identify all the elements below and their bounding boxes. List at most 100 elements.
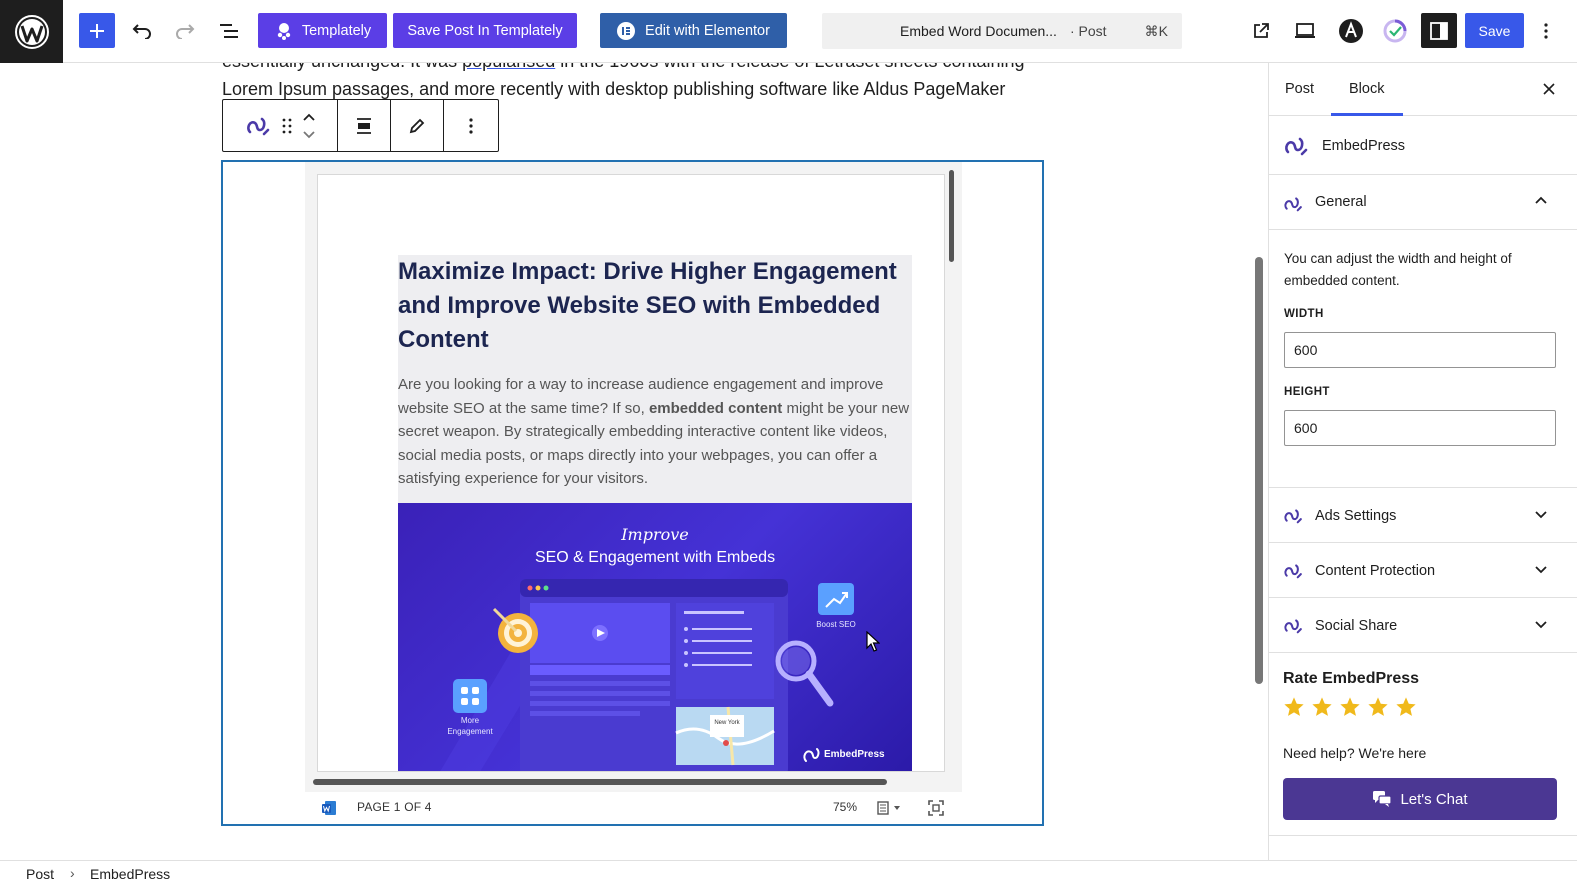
embedpress-icon <box>1284 564 1302 579</box>
redo-icon <box>176 23 195 39</box>
lets-chat-label: Let's Chat <box>1400 790 1468 808</box>
word-file-icon <box>322 801 336 815</box>
settings-sidebar: Post Block EmbedPress General You can ad… <box>1268 63 1577 860</box>
breadcrumb-post[interactable]: Post <box>26 866 54 882</box>
fullscreen-icon[interactable] <box>928 800 944 816</box>
save-button[interactable]: Save <box>1465 13 1524 48</box>
wordpress-logo-button[interactable] <box>0 0 63 63</box>
close-icon <box>1543 83 1555 95</box>
embedpress-icon <box>1285 137 1308 156</box>
astra-settings-button[interactable] <box>1333 13 1369 48</box>
star-icon[interactable] <box>1339 696 1361 718</box>
breadcrumb-embedpress[interactable]: EmbedPress <box>90 866 170 882</box>
panel-general-title: General <box>1315 194 1367 210</box>
sidebar-icon <box>1430 21 1448 40</box>
astra-icon <box>1339 18 1363 43</box>
panel-ads-settings-toggle[interactable]: Ads Settings <box>1269 488 1577 543</box>
save-post-in-templately-button[interactable]: Save Post In Templately <box>393 13 577 48</box>
elementor-icon <box>617 21 636 40</box>
document-viewer[interactable]: Maximize Impact: Drive Higher Engagement… <box>305 162 962 824</box>
chevron-down-icon <box>1535 511 1547 519</box>
preview-device-button[interactable] <box>1287 13 1323 48</box>
document-vertical-scrollbar[interactable] <box>949 170 954 262</box>
external-link-icon <box>1254 22 1269 38</box>
panel-social-share-title: Social Share <box>1315 618 1398 634</box>
block-options-button[interactable] <box>444 100 498 151</box>
star-icon[interactable] <box>1395 696 1417 718</box>
rating-stars[interactable] <box>1283 696 1417 718</box>
seo-plugin-button[interactable] <box>1377 13 1413 48</box>
width-label: WIDTH <box>1284 308 1324 320</box>
embedpress-icon <box>1284 509 1302 524</box>
tab-block[interactable]: Block <box>1349 81 1384 97</box>
height-input[interactable]: 600 <box>1284 410 1556 446</box>
image-map-label: New York <box>714 720 740 726</box>
tab-post[interactable]: Post <box>1285 81 1314 97</box>
list-view-icon <box>220 23 238 38</box>
add-block-button[interactable] <box>79 13 115 48</box>
image-boost-seo-label: Boost SEO <box>816 620 856 629</box>
panel-social-share-toggle[interactable]: Social Share <box>1269 598 1577 653</box>
drag-handle-icon[interactable] <box>282 118 292 134</box>
document-body-bold: embedded content <box>648 399 783 417</box>
star-icon[interactable] <box>1311 696 1333 718</box>
panel-content-protection-toggle[interactable]: Content Protection <box>1269 543 1577 598</box>
mouse-cursor-icon <box>866 630 881 658</box>
panel-general-toggle[interactable]: General <box>1269 175 1577 230</box>
settings-sidebar-toggle[interactable] <box>1421 13 1457 48</box>
width-input[interactable]: 600 <box>1284 332 1556 368</box>
document-heading: Maximize Impact: Drive Higher Engagement… <box>398 258 897 353</box>
seo-score-icon <box>1383 19 1407 42</box>
close-sidebar-button[interactable] <box>1537 77 1561 101</box>
panel-content-protection-title: Content Protection <box>1315 563 1436 579</box>
image-brand-label: EmbedPress <box>824 749 885 760</box>
rate-embedpress-title: Rate EmbedPress <box>1283 670 1420 687</box>
height-label: HEIGHT <box>1284 386 1330 398</box>
edit-with-elementor-button[interactable]: Edit with Elementor <box>600 13 787 48</box>
breadcrumb-chevron-icon: › <box>70 865 75 881</box>
move-up-down-icon[interactable] <box>302 112 316 140</box>
document-type: · Post <box>1070 23 1107 39</box>
image-script-word: Improve <box>621 525 689 544</box>
chevron-up-icon <box>1535 196 1547 204</box>
templately-button[interactable]: Templately <box>258 13 387 48</box>
general-description: You can adjust the width and height of e… <box>1284 251 1512 288</box>
command-palette-bar[interactable]: Embed Word Documen... · Post ⌘K <box>822 13 1182 49</box>
block-name: EmbedPress <box>1322 138 1406 154</box>
block-card: EmbedPress <box>1269 116 1577 175</box>
panel-ads-settings-title: Ads Settings <box>1315 508 1397 524</box>
edit-url-button[interactable] <box>391 100 444 151</box>
paragraph-text: essentially unchanged. It was <box>222 63 462 71</box>
embedpress-block-icon[interactable] <box>244 112 272 140</box>
redo-button[interactable] <box>167 13 203 48</box>
document-overview-button[interactable] <box>211 13 247 48</box>
chat-icon <box>1373 791 1393 807</box>
save-label: Save <box>1478 22 1511 39</box>
block-breadcrumb: Post › EmbedPress <box>0 860 1577 885</box>
editor-top-bar: Templately Save Post In Templately Edit … <box>0 0 1577 63</box>
command-shortcut: ⌘K <box>1144 23 1168 39</box>
image-caption: SEO & Engagement with Embeds <box>534 549 776 566</box>
paragraph-block-partial[interactable]: essentially unchanged. It was popularise… <box>222 63 1025 72</box>
chevron-down-icon <box>1535 566 1547 574</box>
embedpress-block[interactable]: Maximize Impact: Drive Higher Engagement… <box>221 160 1044 826</box>
star-icon[interactable] <box>1283 696 1305 718</box>
star-icon[interactable] <box>1367 696 1389 718</box>
edit-with-elementor-label: Edit with Elementor <box>645 22 770 39</box>
options-menu-button[interactable] <box>1534 13 1558 48</box>
paragraph-link[interactable]: popularised <box>462 63 555 71</box>
templately-icon <box>277 22 291 40</box>
align-button[interactable] <box>338 100 391 151</box>
embedpress-icon <box>1284 197 1302 212</box>
paragraph-line[interactable]: Lorem Ipsum passages, and more recently … <box>222 79 1005 100</box>
templately-label: Templately <box>301 22 372 39</box>
view-post-button[interactable] <box>1243 13 1279 48</box>
save-post-in-templately-label: Save Post In Templately <box>407 22 563 39</box>
canvas-scrollbar[interactable] <box>1255 257 1263 684</box>
block-type-mover-group <box>223 100 338 151</box>
undo-button[interactable] <box>124 13 160 48</box>
view-mode-icon[interactable] <box>877 801 903 815</box>
document-horizontal-scrollbar[interactable] <box>313 779 887 785</box>
zoom-level[interactable]: 75% <box>833 800 857 814</box>
lets-chat-button[interactable]: Let's Chat <box>1283 778 1557 820</box>
